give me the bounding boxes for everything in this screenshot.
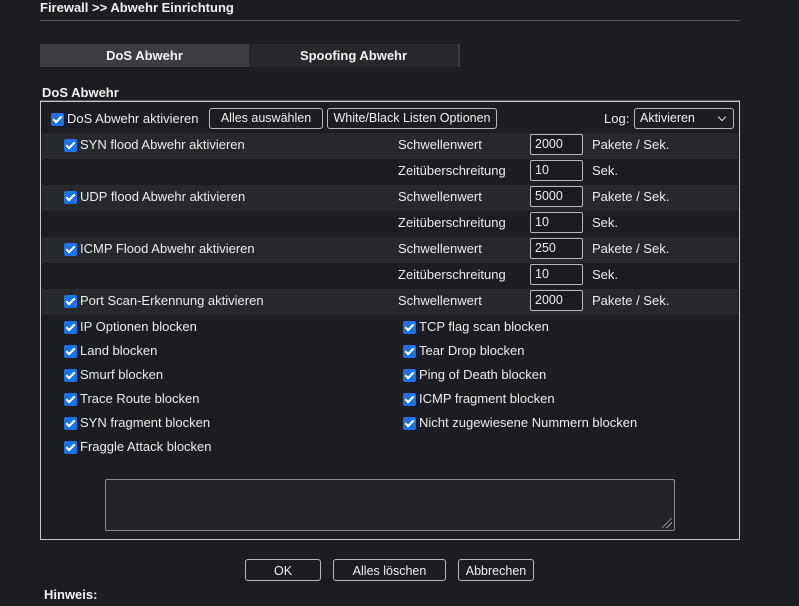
udp-timeout-unit: Sek. — [592, 215, 619, 230]
tear-drop-checkbox[interactable] — [403, 345, 416, 358]
ip-options-label: IP Optionen blocken — [80, 319, 197, 334]
udp-threshold-input[interactable]: 5000 — [530, 186, 583, 207]
log-textarea[interactable] — [105, 479, 675, 531]
dos-enable-label: DoS Abwehr aktivieren — [67, 111, 199, 126]
syn-fragment-label: SYN fragment blocken — [80, 415, 211, 430]
unassigned-numbers-label: Nicht zugewiesene Nummern blocken — [419, 415, 638, 430]
syn-flood-label: SYN flood Abwehr aktivieren — [80, 137, 245, 152]
ip-options-checkbox[interactable] — [64, 321, 77, 334]
title-divider — [40, 20, 740, 21]
port-scan-threshold-input[interactable]: 2000 — [530, 290, 583, 311]
udp-flood-label: UDP flood Abwehr aktivieren — [80, 189, 246, 204]
fraggle-attack-label: Fraggle Attack blocken — [80, 439, 212, 454]
syn-threshold-label: Schwellenwert — [398, 137, 482, 152]
ping-of-death-checkbox[interactable] — [403, 369, 416, 382]
white-black-list-button[interactable]: White/Black Listen Optionen — [327, 108, 497, 129]
section-title: DoS Abwehr — [42, 85, 119, 100]
tear-drop-label: Tear Drop blocken — [419, 343, 525, 358]
smurf-checkbox[interactable] — [64, 369, 77, 382]
udp-threshold-label: Schwellenwert — [398, 189, 482, 204]
tcp-flag-scan-label: TCP flag scan blocken — [419, 319, 549, 334]
resize-grip-icon[interactable] — [662, 518, 672, 528]
tab-spoofing-abwehr[interactable]: Spoofing Abwehr — [249, 44, 460, 67]
log-label: Log: — [604, 111, 630, 126]
log-select[interactable]: Aktivieren — [634, 108, 734, 129]
port-scan-label: Port Scan-Erkennung aktivieren — [80, 293, 264, 308]
port-scan-threshold-unit: Pakete / Sek. — [592, 293, 670, 308]
udp-timeout-label: Zeitüberschreitung — [398, 215, 506, 230]
icmp-flood-label: ICMP Flood Abwehr aktivieren — [80, 241, 255, 256]
syn-threshold-input[interactable]: 2000 — [530, 134, 583, 155]
udp-threshold-unit: Pakete / Sek. — [592, 189, 670, 204]
select-all-button[interactable]: Alles auswählen — [209, 108, 323, 129]
syn-fragment-checkbox[interactable] — [64, 417, 77, 430]
icmp-threshold-input[interactable]: 250 — [530, 238, 583, 259]
clear-all-button[interactable]: Alles löschen — [333, 559, 446, 581]
trace-route-checkbox[interactable] — [64, 393, 77, 406]
unassigned-numbers-checkbox[interactable] — [403, 417, 416, 430]
dos-enable-checkbox[interactable] — [51, 113, 64, 126]
ping-of-death-label: Ping of Death blocken — [419, 367, 547, 382]
hint-label: Hinweis: — [44, 587, 98, 602]
log-select-value: Aktivieren — [640, 111, 695, 125]
icmp-threshold-label: Schwellenwert — [398, 241, 482, 256]
syn-threshold-unit: Pakete / Sek. — [592, 137, 670, 152]
icmp-flood-checkbox[interactable] — [64, 243, 77, 256]
icmp-timeout-input[interactable]: 10 — [530, 264, 583, 285]
tab-bar: DoS Abwehr Spoofing Abwehr — [40, 44, 460, 67]
chevron-down-icon — [717, 112, 727, 122]
icmp-timeout-label: Zeitüberschreitung — [398, 267, 506, 282]
syn-timeout-label: Zeitüberschreitung — [398, 163, 506, 178]
syn-flood-checkbox[interactable] — [64, 139, 77, 152]
dos-settings-panel: DoS Abwehr aktivieren Alles auswählen Wh… — [40, 101, 740, 540]
syn-timeout-input[interactable]: 10 — [530, 160, 583, 181]
tab-dos-abwehr[interactable]: DoS Abwehr — [40, 44, 249, 67]
page-title: Firewall >> Abwehr Einrichtung — [40, 0, 234, 15]
smurf-label: Smurf blocken — [80, 367, 164, 382]
tcp-flag-scan-checkbox[interactable] — [403, 321, 416, 334]
icmp-fragment-label: ICMP fragment blocken — [419, 391, 555, 406]
icmp-threshold-unit: Pakete / Sek. — [592, 241, 670, 256]
syn-timeout-unit: Sek. — [592, 163, 619, 178]
port-scan-checkbox[interactable] — [64, 295, 77, 308]
port-scan-threshold-label: Schwellenwert — [398, 293, 482, 308]
udp-timeout-input[interactable]: 10 — [530, 212, 583, 233]
udp-flood-checkbox[interactable] — [64, 191, 77, 204]
cancel-button[interactable]: Abbrechen — [458, 559, 534, 581]
ok-button[interactable]: OK — [245, 559, 321, 581]
fraggle-attack-checkbox[interactable] — [64, 441, 77, 454]
land-label: Land blocken — [80, 343, 158, 358]
icmp-timeout-unit: Sek. — [592, 267, 619, 282]
icmp-fragment-checkbox[interactable] — [403, 393, 416, 406]
land-checkbox[interactable] — [64, 345, 77, 358]
trace-route-label: Trace Route blocken — [80, 391, 200, 406]
